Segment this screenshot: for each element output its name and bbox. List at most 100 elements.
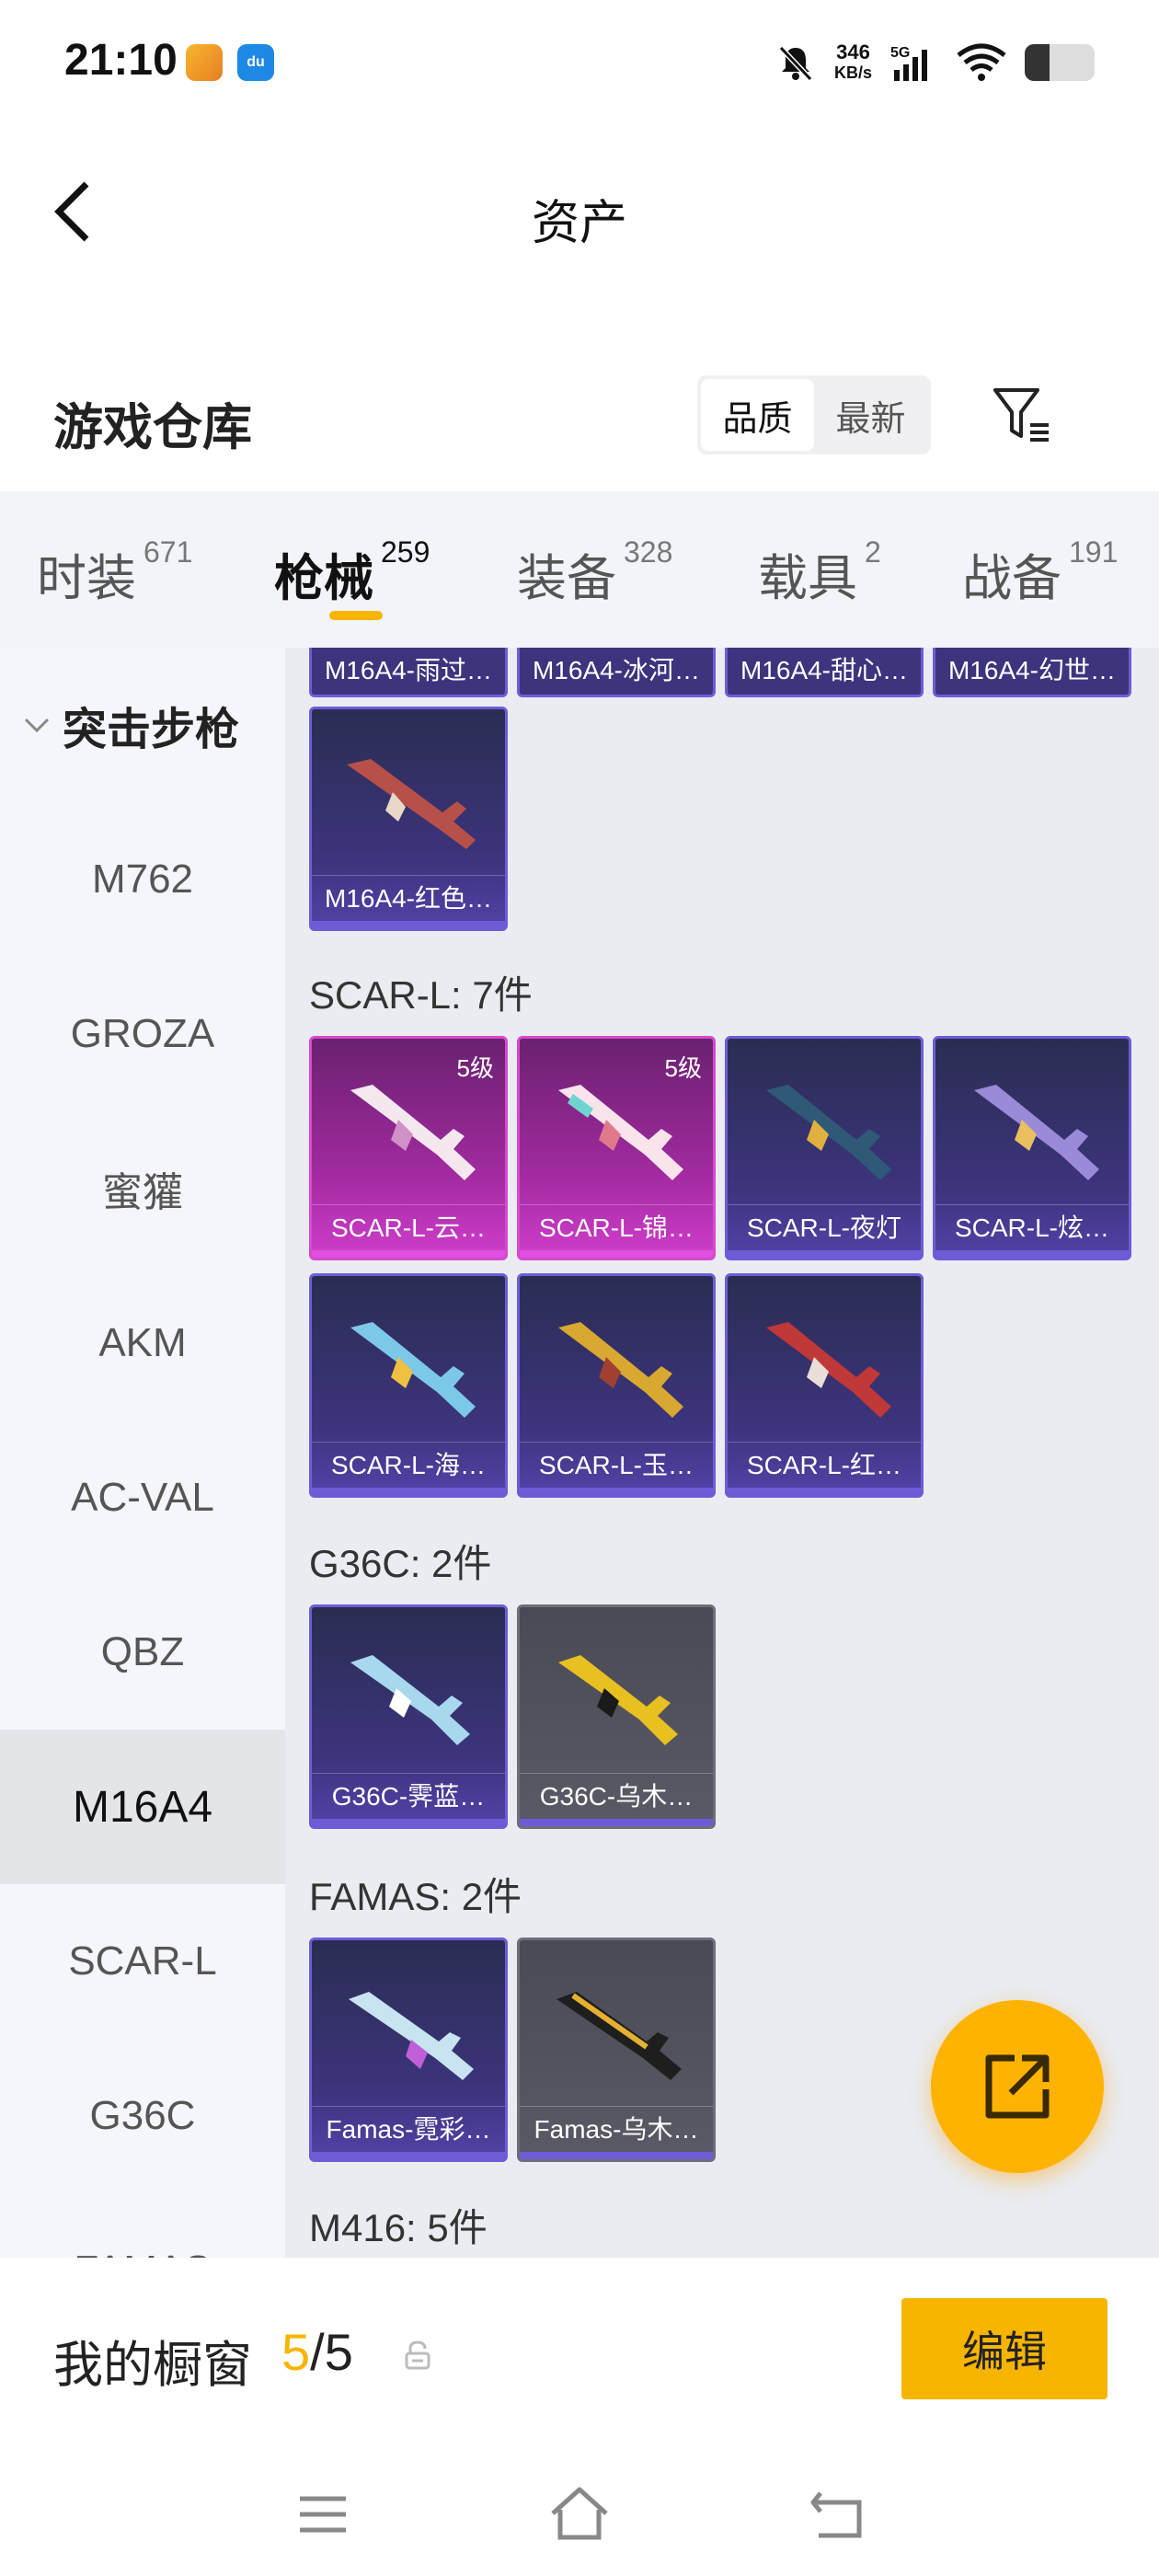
weapon-card[interactable]: SCAR-L-玉… [517, 1273, 716, 1498]
weapon-card[interactable]: SCAR-L-夜灯 [725, 1036, 924, 1260]
weapon-card[interactable]: M16A4-雨过… [309, 648, 508, 697]
rifle-icon [350, 1655, 470, 1745]
weapon-card-label: SCAR-L-红… [728, 1442, 921, 1488]
rifle-icon [766, 1085, 891, 1180]
tab-war-supplies[interactable]: 战备 191 [962, 535, 1119, 610]
rarity-bar [312, 2152, 505, 2159]
sidebar-item-scar-l[interactable]: SCAR-L [0, 1884, 285, 2039]
back-nav-icon[interactable] [806, 2482, 870, 2547]
weapon-card[interactable]: G36C-霁蓝… [309, 1604, 508, 1829]
sort-toggle: 品质 最新 [697, 375, 931, 454]
weapon-card-label: Famas-霓彩… [312, 2106, 505, 2152]
sidebar-group-label: 突击步枪 [63, 706, 240, 754]
rifle-icon [974, 1085, 1099, 1180]
sidebar-item-m762[interactable]: M762 [0, 802, 285, 957]
network-type-label: 5G [890, 45, 910, 61]
rifle-icon [557, 1992, 682, 2080]
filter-icon[interactable] [990, 383, 1054, 447]
category-tabs: 时装 671 枪械 259 装备 328 载具 2 战备 191 [0, 491, 1159, 648]
weapon-card-label: SCAR-L-云… [312, 1204, 505, 1250]
weapon-card[interactable]: M16A4-红色… [309, 707, 508, 931]
share-fab[interactable] [931, 2000, 1104, 2173]
showcase-label: 我的橱窗 [53, 2338, 252, 2393]
sidebar-item-akm[interactable]: AKM [0, 1266, 285, 1420]
section-title-g36c: G36C: 2件 [309, 1542, 492, 1585]
battery-icon [1025, 44, 1095, 81]
menu-icon[interactable] [291, 2482, 355, 2547]
weapon-card[interactable]: 5级 SCAR-L-锦… [517, 1036, 716, 1260]
weapon-card-label: SCAR-L-玉… [520, 1442, 713, 1488]
sidebar-item-m16a4[interactable]: M16A4 [0, 1730, 285, 1884]
sidebar-group-assault-rifles[interactable]: 突击步枪 [0, 648, 285, 802]
edit-button[interactable]: 编辑 [901, 2298, 1107, 2399]
status-indicators: 346 KB/s 5G [775, 35, 1095, 90]
wifi-icon [957, 43, 1006, 81]
tab-count: 671 [143, 535, 193, 569]
signal-5g-icon: 5G [890, 45, 927, 81]
tab-equipment[interactable]: 装备 328 [517, 535, 672, 610]
tab-firearms[interactable]: 枪械 259 [274, 535, 430, 610]
rarity-bar [520, 1819, 713, 1826]
tab-fashion[interactable]: 时装 671 [37, 535, 193, 610]
bell-muted-icon [778, 45, 813, 82]
rarity-bar [520, 1488, 713, 1495]
weapon-card[interactable]: M16A4-幻世… [933, 648, 1131, 697]
weapon-card[interactable]: Famas-霓彩… [309, 1938, 508, 2162]
weapon-card-label: G36C-霁蓝… [312, 1773, 505, 1819]
app-header: 资产 [0, 129, 1159, 294]
tab-count: 259 [381, 535, 430, 569]
sidebar-item-honey-badger[interactable]: 蜜獾 [0, 1111, 285, 1266]
sidebar-item-famas[interactable]: FAMAS [0, 2193, 285, 2258]
tab-count: 2 [865, 535, 881, 569]
weapon-card[interactable]: SCAR-L-炫… [933, 1036, 1131, 1260]
lock-icon [405, 2340, 430, 2370]
weapon-card[interactable]: Famas-乌木… [517, 1938, 716, 2162]
rarity-bar [935, 1250, 1129, 1258]
section-title-famas: FAMAS: 2件 [309, 1875, 522, 1918]
weapon-card[interactable]: M16A4-冰河… [517, 648, 716, 697]
showcase-count: 5/5 [281, 2322, 353, 2382]
section-title-m416: M416: 5件 [309, 2206, 488, 2249]
page-title: 资产 [531, 197, 627, 250]
weapon-card[interactable]: SCAR-L-海… [309, 1273, 508, 1498]
weapon-card[interactable]: SCAR-L-红… [725, 1273, 924, 1498]
rarity-bar [312, 1819, 505, 1826]
weapon-card-label: M16A4-幻世… [947, 656, 1117, 684]
section-title-scar-l: SCAR-L: 7件 [309, 973, 533, 1017]
network-speed: 346 KB/s [834, 42, 872, 83]
tab-label: 战备 [962, 551, 1061, 606]
warehouse-row: 游戏仓库 品质 最新 [0, 368, 1159, 469]
active-tab-indicator [329, 611, 383, 620]
weapon-card-label: SCAR-L-锦… [520, 1204, 713, 1250]
weapon-card-label: G36C-乌木… [520, 1773, 713, 1819]
sidebar-item-ac-val[interactable]: AC-VAL [0, 1420, 285, 1575]
sort-option-quality[interactable]: 品质 [701, 379, 814, 451]
rifle-icon [766, 1322, 891, 1418]
weapon-card-label: M16A4-雨过… [324, 656, 493, 684]
home-icon[interactable] [547, 2482, 612, 2547]
showcase-total: 5 [324, 2323, 353, 2381]
level-badge: 5级 [456, 1054, 494, 1082]
weapon-card-label: SCAR-L-炫… [935, 1204, 1129, 1250]
weapon-card[interactable]: G36C-乌木… [517, 1604, 716, 1829]
sidebar-item-groza[interactable]: GROZA [0, 957, 285, 1111]
tab-vehicles[interactable]: 载具 2 [758, 535, 881, 610]
sidebar-item-g36c[interactable]: G36C [0, 2039, 285, 2193]
rarity-bar [520, 1250, 713, 1258]
rifle-icon [349, 1992, 474, 2080]
tab-count: 191 [1069, 535, 1119, 569]
sort-option-latest[interactable]: 最新 [814, 379, 927, 451]
chevron-down-icon [24, 718, 50, 733]
app-notification-icon [186, 44, 223, 81]
weapon-card[interactable]: 5级 SCAR-L-云… [309, 1036, 508, 1260]
network-speed-value: 346 [836, 40, 870, 63]
level-badge: 5级 [664, 1054, 702, 1082]
du-app-icon: du [237, 44, 274, 81]
tab-label: 装备 [517, 551, 616, 606]
status-bar: 21:10 du 346 KB/s 5G [0, 0, 1159, 129]
network-speed-unit: KB/s [833, 63, 872, 82]
rarity-bar [312, 1488, 505, 1495]
sidebar-item-qbz[interactable]: QBZ [0, 1575, 285, 1730]
weapon-card[interactable]: M16A4-甜心… [725, 648, 924, 697]
rarity-bar [728, 1250, 921, 1258]
